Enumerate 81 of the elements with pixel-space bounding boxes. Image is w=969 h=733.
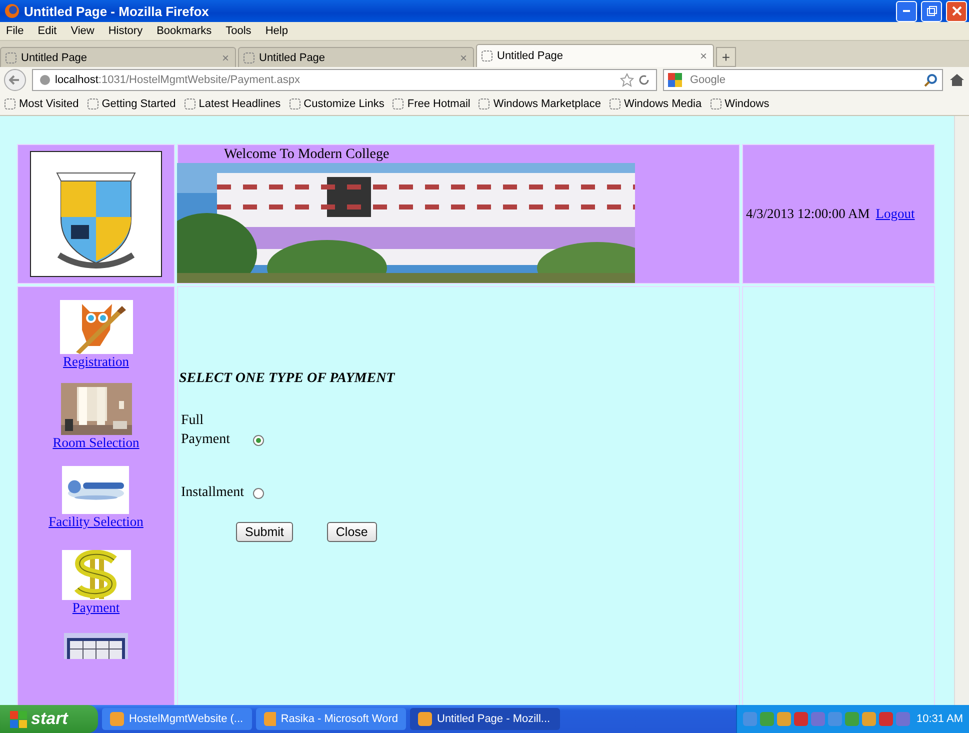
new-tab-button[interactable]: + bbox=[716, 47, 736, 67]
app-icon bbox=[110, 712, 124, 726]
page-icon bbox=[5, 52, 17, 64]
taskbar-item[interactable]: Rasika - Microsoft Word bbox=[256, 708, 406, 730]
page-icon bbox=[710, 98, 722, 110]
app-icon bbox=[264, 712, 276, 726]
restore-button[interactable] bbox=[921, 0, 942, 22]
restore-icon bbox=[926, 6, 936, 16]
globe-icon bbox=[39, 74, 51, 86]
nav-link[interactable]: Payment bbox=[72, 600, 120, 616]
tray-icon[interactable] bbox=[862, 712, 876, 726]
url-path: :1031/HostelMgmtWebsite/Payment.aspx bbox=[98, 74, 300, 86]
radio-button[interactable] bbox=[253, 435, 264, 446]
browser-icon bbox=[4, 3, 20, 19]
bookmark-link[interactable]: Free Hotmail bbox=[392, 98, 470, 110]
page-icon bbox=[608, 98, 621, 110]
window-title: Untitled Page - Mozilla Firefox bbox=[24, 4, 210, 18]
page-icon bbox=[4, 98, 16, 110]
page-icon bbox=[392, 98, 404, 110]
tab-label: Untitled Page bbox=[259, 52, 326, 64]
minimize-icon bbox=[902, 10, 910, 12]
menu-item[interactable]: File bbox=[6, 25, 24, 37]
close-icon bbox=[952, 6, 962, 16]
address-field[interactable]: localhost:1031/HostelMgmtWebsite/Payment.aspx bbox=[32, 69, 657, 91]
bookmark-link[interactable]: Windows bbox=[710, 98, 770, 110]
browser-tab[interactable]: Untitled Page × bbox=[238, 47, 474, 67]
search-engine-icon[interactable] bbox=[668, 73, 684, 87]
star-icon[interactable] bbox=[620, 73, 634, 87]
bookmark-link[interactable]: Windows Media bbox=[608, 98, 702, 110]
menu-item[interactable]: Edit bbox=[38, 25, 57, 37]
menu-item[interactable]: Help bbox=[265, 25, 288, 37]
bookmark-link[interactable]: Most Visited bbox=[4, 98, 79, 110]
logout-link[interactable]: Logout bbox=[876, 206, 915, 222]
date-time-text: 4/3/2013 12:00:00 AM bbox=[746, 206, 870, 222]
taskbar-item[interactable]: Untitled Page - Mozill... bbox=[410, 708, 560, 730]
home-icon[interactable] bbox=[949, 72, 965, 88]
tab-close-button[interactable]: × bbox=[700, 49, 707, 63]
app-icon bbox=[418, 712, 432, 726]
form-button[interactable]: Submit bbox=[236, 522, 293, 542]
scrollbar[interactable] bbox=[954, 116, 969, 705]
option-label: Full Payment bbox=[181, 412, 231, 449]
page-icon bbox=[86, 98, 99, 110]
bookmark-link[interactable]: Getting Started bbox=[86, 98, 176, 110]
tab-label: Untitled Page bbox=[21, 52, 88, 64]
reload-icon[interactable] bbox=[638, 74, 650, 86]
search-input[interactable]: Google bbox=[688, 73, 920, 87]
search-icon[interactable] bbox=[924, 73, 938, 87]
page-icon bbox=[243, 52, 255, 64]
search-field[interactable]: Google bbox=[663, 69, 943, 91]
bookmark-link[interactable]: Customize Links bbox=[288, 98, 384, 110]
menu-item[interactable]: Tools bbox=[226, 25, 252, 37]
page-icon bbox=[481, 50, 493, 62]
taskbar-item[interactable]: HostelMgmtWebsite (... bbox=[102, 708, 252, 730]
page-icon bbox=[288, 98, 301, 110]
minimize-button[interactable] bbox=[896, 0, 917, 22]
close-button[interactable] bbox=[946, 0, 967, 22]
form-button[interactable]: Close bbox=[326, 522, 377, 542]
bookmark-link[interactable]: Latest Headlines bbox=[184, 98, 281, 110]
tab-label: Untitled Page bbox=[497, 50, 564, 62]
browser-tab[interactable]: Untitled Page × bbox=[476, 44, 714, 67]
browser-tab[interactable]: Untitled Page × bbox=[0, 47, 236, 67]
section-heading: SELECT ONE TYPE OF PAYMENT bbox=[179, 371, 396, 387]
page-icon bbox=[184, 98, 196, 110]
back-button[interactable] bbox=[4, 69, 26, 91]
nav-link[interactable]: Room Selection bbox=[52, 435, 140, 452]
tray-icon[interactable] bbox=[776, 712, 791, 726]
bookmark-link[interactable]: Windows Marketplace bbox=[478, 98, 601, 110]
menu-item[interactable]: Bookmarks bbox=[156, 25, 212, 37]
menu-item[interactable]: View bbox=[70, 25, 94, 37]
tray-icon[interactable] bbox=[878, 712, 893, 726]
clock: 10:31 AM bbox=[916, 713, 963, 725]
tray-icon[interactable] bbox=[794, 712, 808, 726]
radio-button[interactable] bbox=[253, 488, 264, 499]
url-host: localhost bbox=[55, 74, 98, 86]
back-arrow-icon bbox=[9, 74, 21, 86]
page-icon bbox=[478, 98, 490, 110]
welcome-text: Welcome To Modern College bbox=[223, 146, 390, 163]
menu-item[interactable]: History bbox=[108, 25, 143, 37]
nav-link[interactable]: Registration bbox=[63, 354, 129, 370]
nav-link[interactable]: Facility Selection bbox=[48, 514, 144, 530]
windows-logo-icon bbox=[10, 710, 27, 728]
